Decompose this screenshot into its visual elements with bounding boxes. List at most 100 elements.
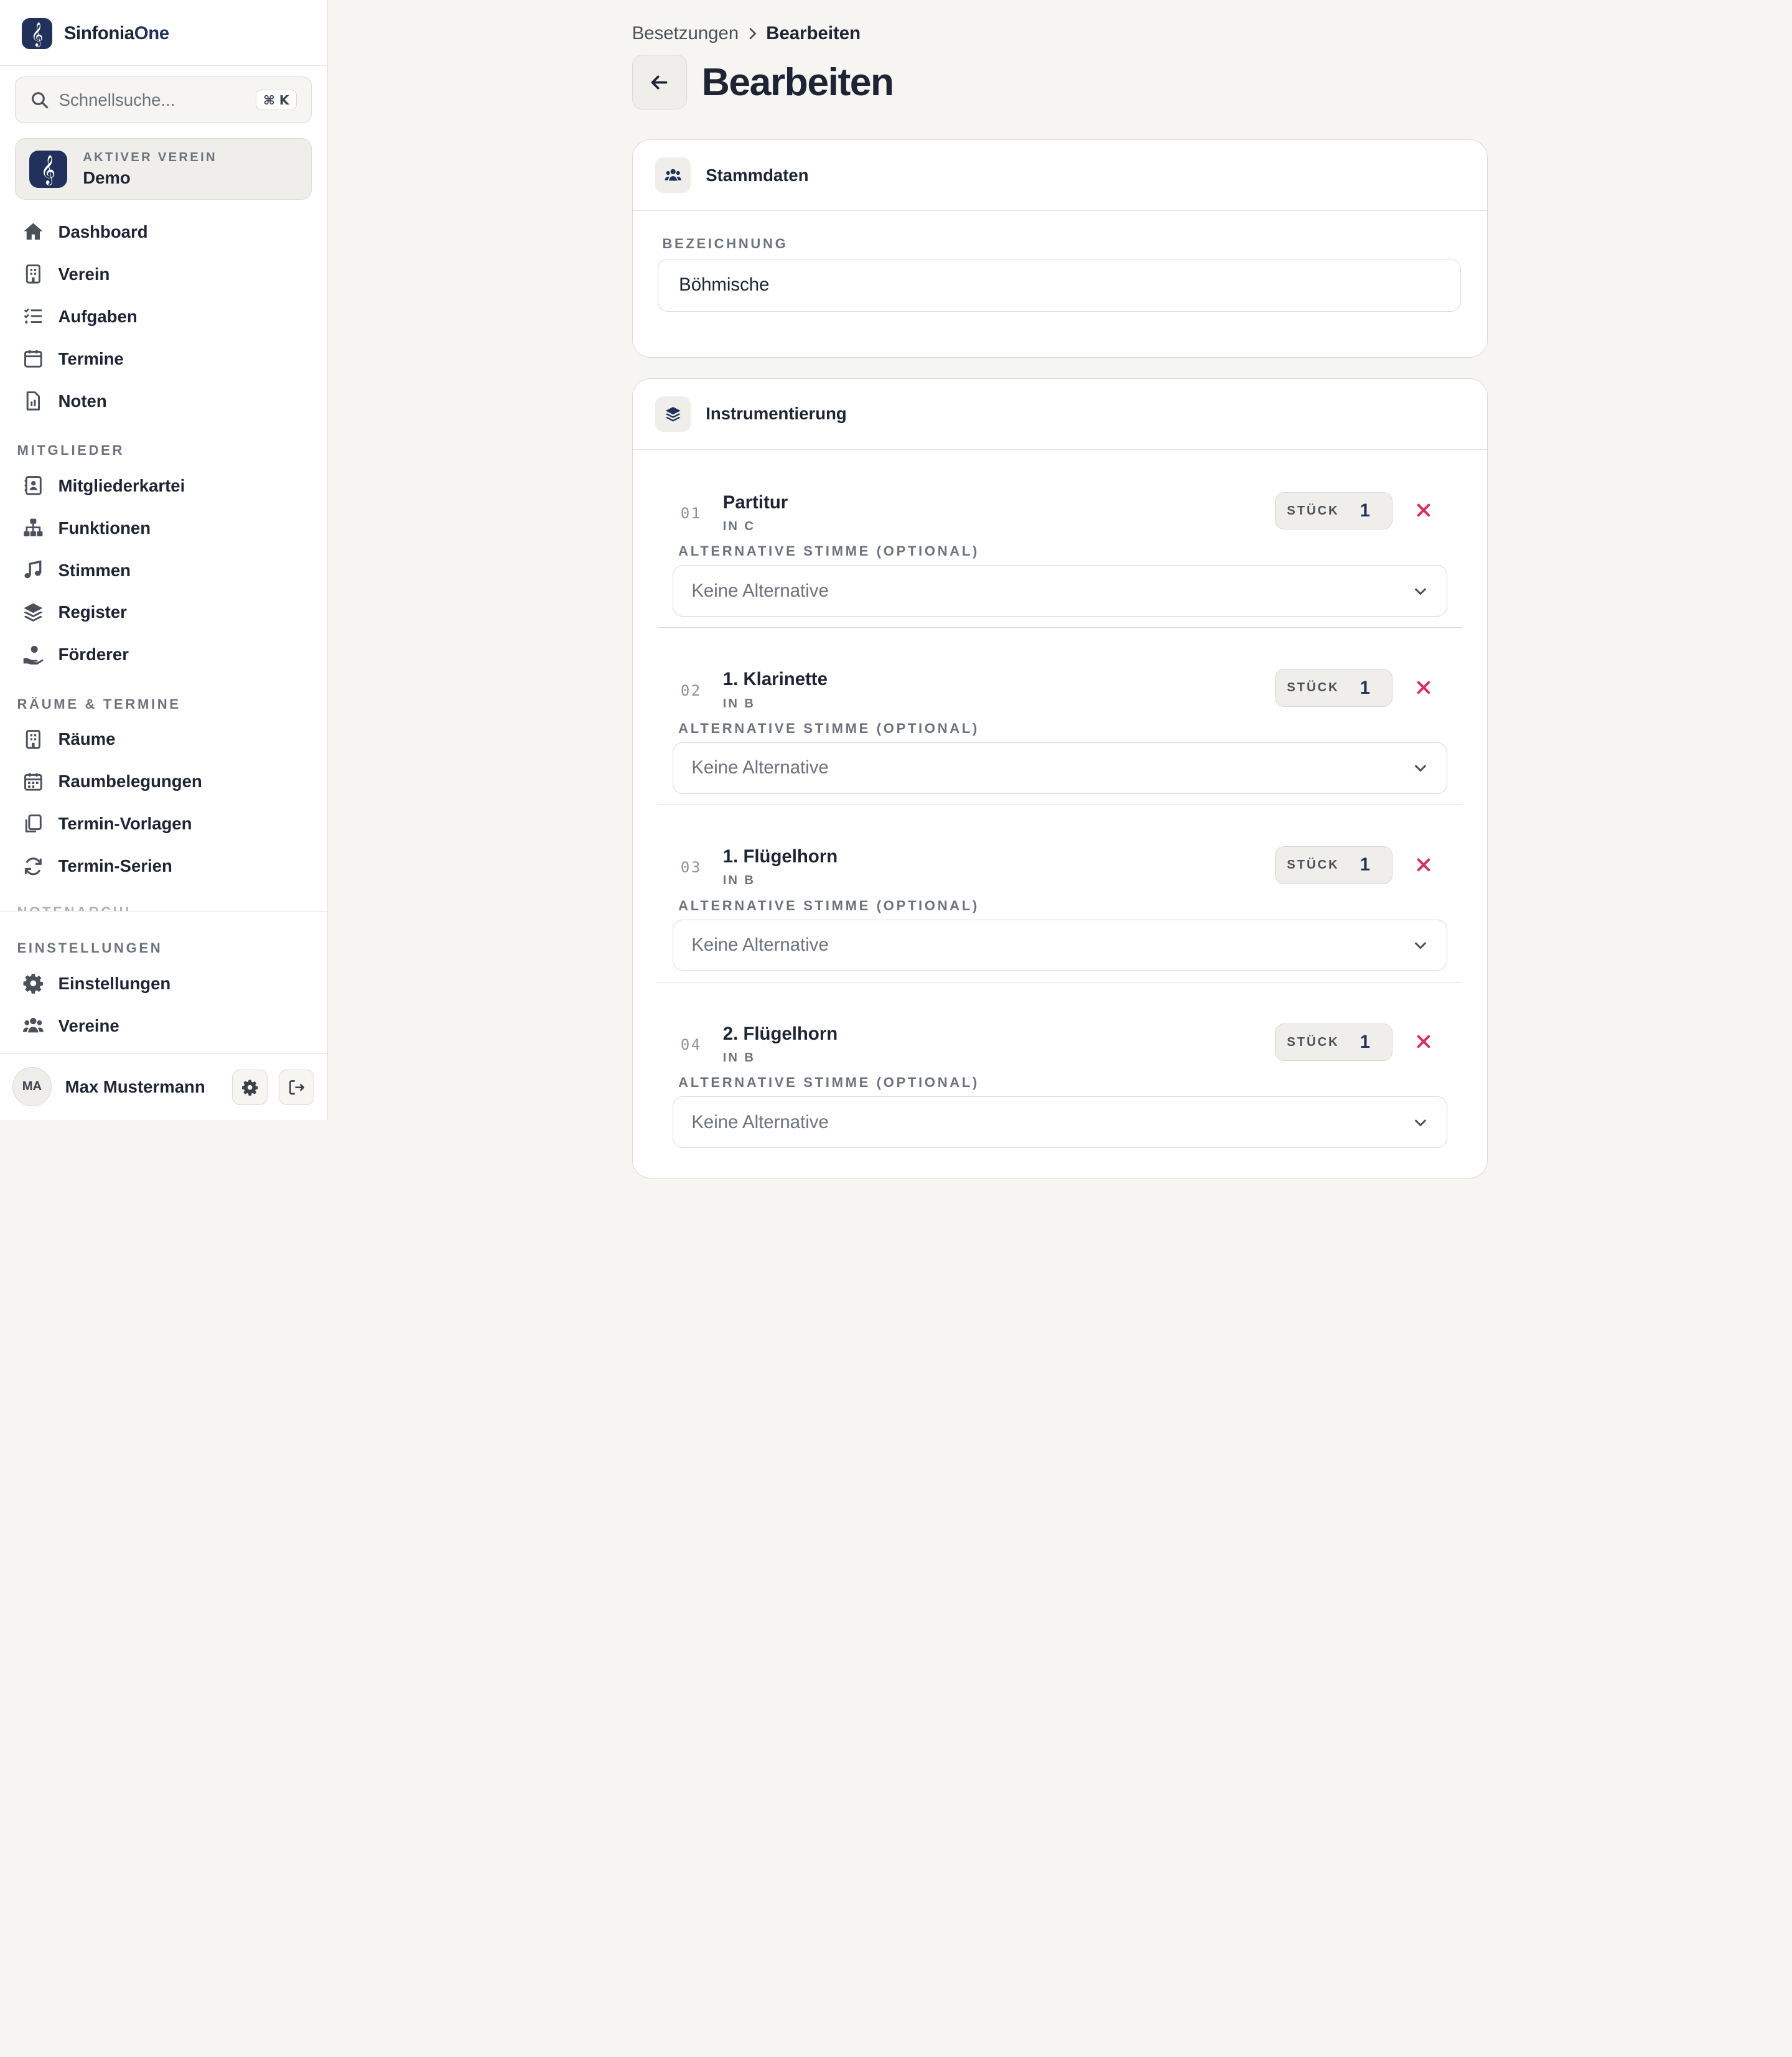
close-icon — [1417, 503, 1430, 517]
user-profile[interactable]: MA Max Mustermann — [12, 1067, 205, 1106]
nav-item-noten[interactable]: Noten — [22, 384, 313, 418]
layers-icon — [665, 406, 681, 422]
brand[interactable]: 𝄞 SinfoniaOne — [21, 18, 169, 49]
active-club-caption: AKTIVER VEREIN — [83, 150, 217, 164]
quick-search[interactable]: ⌘ K — [14, 77, 312, 124]
nav-item-verein[interactable]: Verein — [22, 257, 313, 291]
nav-item-termin-serien[interactable]: Termin-Serien — [22, 849, 313, 884]
alternative-voice-select[interactable]: Keine Alternative — [672, 919, 1448, 971]
instrument-name: 1. Klarinette — [722, 669, 828, 690]
logout-icon — [289, 1080, 304, 1095]
club-logo-icon: 𝄞 — [29, 150, 67, 189]
close-icon — [1417, 858, 1430, 871]
nav-label: Förderer — [58, 645, 129, 665]
logout-button[interactable] — [279, 1070, 315, 1106]
treble-clef-logo-icon: 𝄞 — [21, 18, 53, 49]
card-icon — [655, 396, 691, 432]
quantity-value[interactable]: 1 — [1360, 678, 1370, 699]
building-icon — [26, 264, 40, 284]
row-number: 03 — [680, 859, 702, 877]
nav-label: Register — [58, 602, 127, 622]
gear-icon — [23, 974, 44, 994]
nav-label: Noten — [58, 391, 107, 411]
remove-row-button[interactable] — [1410, 1028, 1437, 1055]
instrument-tuning: IN C — [722, 519, 755, 533]
remove-row-button[interactable] — [1410, 497, 1437, 524]
quantity-value[interactable]: 1 — [1360, 1032, 1370, 1053]
users-icon — [22, 1018, 44, 1033]
user-settings-button[interactable] — [231, 1070, 268, 1106]
nav-item-dashboard[interactable]: Dashboard — [22, 215, 313, 249]
layers-icon — [24, 603, 43, 622]
quantity-label: STÜCK — [1287, 857, 1340, 872]
nav-item-register[interactable]: Register — [22, 595, 313, 630]
quantity-field[interactable]: STÜCK 1 — [1274, 1023, 1393, 1061]
building-icon — [26, 730, 40, 749]
sheet-music-file-icon — [26, 391, 40, 411]
quantity-value[interactable]: 1 — [1360, 500, 1370, 521]
gear-icon — [241, 1080, 258, 1096]
breadcrumb-current: Bearbeiten — [766, 22, 861, 44]
master-data-card: Stammdaten BEZEICHNUNG — [632, 139, 1488, 358]
instrumentation-card: Instrumentierung 01 Partitur IN C STÜCK … — [632, 378, 1488, 1178]
copy-icon — [25, 814, 42, 833]
close-icon — [1417, 681, 1430, 694]
breadcrumb-parent-link[interactable]: Besetzungen — [632, 23, 739, 44]
nav-item-einstellungen[interactable]: Einstellungen — [22, 966, 313, 1001]
nav-label: Termin-Serien — [58, 856, 172, 876]
nav-label: Stimmen — [58, 560, 131, 580]
breadcrumb: Besetzungen Bearbeiten — [632, 23, 861, 44]
alternative-voice-select[interactable]: Keine Alternative — [672, 565, 1448, 617]
card-title: Instrumentierung — [706, 404, 847, 424]
quantity-label: STÜCK — [1287, 681, 1340, 695]
alternative-voice-select[interactable]: Keine Alternative — [672, 1096, 1448, 1148]
nav-item-raeume[interactable]: Räume — [22, 722, 313, 757]
search-input[interactable] — [58, 90, 242, 110]
quantity-value[interactable]: 1 — [1360, 854, 1370, 875]
alternative-voice-label: ALTERNATIVE STIMME (OPTIONAL) — [678, 721, 980, 737]
instrument-tuning: IN B — [722, 874, 755, 888]
close-icon — [1417, 1035, 1430, 1048]
quantity-field[interactable]: STÜCK 1 — [1274, 669, 1393, 707]
chevron-down-icon — [1414, 1119, 1427, 1127]
tasks-icon — [24, 308, 42, 324]
arrow-left-icon — [651, 75, 668, 90]
alternative-voice-select[interactable]: Keine Alternative — [672, 742, 1448, 794]
chevron-down-icon — [1414, 765, 1427, 772]
nav-item-raumbelegungen[interactable]: Raumbelegungen — [22, 765, 313, 799]
nav-label: Räume — [58, 729, 116, 749]
nav-item-stimmen[interactable]: Stimmen — [22, 553, 313, 587]
music-note-icon — [24, 560, 42, 579]
nav-item-foerderer[interactable]: Förderer — [22, 638, 313, 672]
nav-label: Raumbelegungen — [58, 772, 202, 791]
user-name: Max Mustermann — [65, 1076, 205, 1096]
card-title: Stammdaten — [706, 165, 809, 185]
alternative-voice-label: ALTERNATIVE STIMME (OPTIONAL) — [678, 1075, 980, 1091]
nav-item-funktionen[interactable]: Funktionen — [22, 511, 313, 545]
remove-row-button[interactable] — [1410, 674, 1437, 701]
app-root: 𝄞 SinfoniaOne ⌘ K 𝄞 AKTIVER VEREIN Demo … — [0, 0, 1792, 1178]
instrument-name: 2. Flügelhorn — [722, 1023, 838, 1044]
quantity-field[interactable]: STÜCK 1 — [1274, 846, 1393, 884]
nav-section-members: MITGLIEDER — [17, 442, 125, 458]
chevron-right-icon — [749, 27, 757, 39]
row-number: 04 — [680, 1036, 702, 1054]
name-input[interactable] — [658, 259, 1462, 312]
active-club-switcher[interactable]: 𝄞 AKTIVER VEREIN Demo — [14, 138, 312, 200]
nav-item-aufgaben[interactable]: Aufgaben — [22, 299, 313, 334]
remove-row-button[interactable] — [1410, 851, 1437, 878]
card-header: Instrumentierung — [632, 379, 1488, 450]
nav-item-termine[interactable]: Termine — [22, 342, 313, 376]
contact-card-icon — [24, 476, 42, 495]
select-value: Keine Alternative — [691, 757, 829, 778]
nav-label: Vereine — [58, 1015, 119, 1035]
alternative-voice-label: ALTERNATIVE STIMME (OPTIONAL) — [678, 543, 980, 559]
nav-item-mitgliederkartei[interactable]: Mitgliederkartei — [22, 469, 313, 503]
nav-label: Termin-Vorlagen — [58, 814, 192, 834]
quantity-field[interactable]: STÜCK 1 — [1274, 492, 1393, 530]
nav-item-termin-vorlagen[interactable]: Termin-Vorlagen — [22, 807, 313, 841]
back-button[interactable] — [632, 55, 687, 110]
nav-item-vereine[interactable]: Vereine — [22, 1009, 313, 1043]
sidebar: 𝄞 SinfoniaOne ⌘ K 𝄞 AKTIVER VEREIN Demo … — [0, 0, 329, 1120]
nav-section-rooms: RÄUME & TERMINE — [17, 696, 181, 712]
